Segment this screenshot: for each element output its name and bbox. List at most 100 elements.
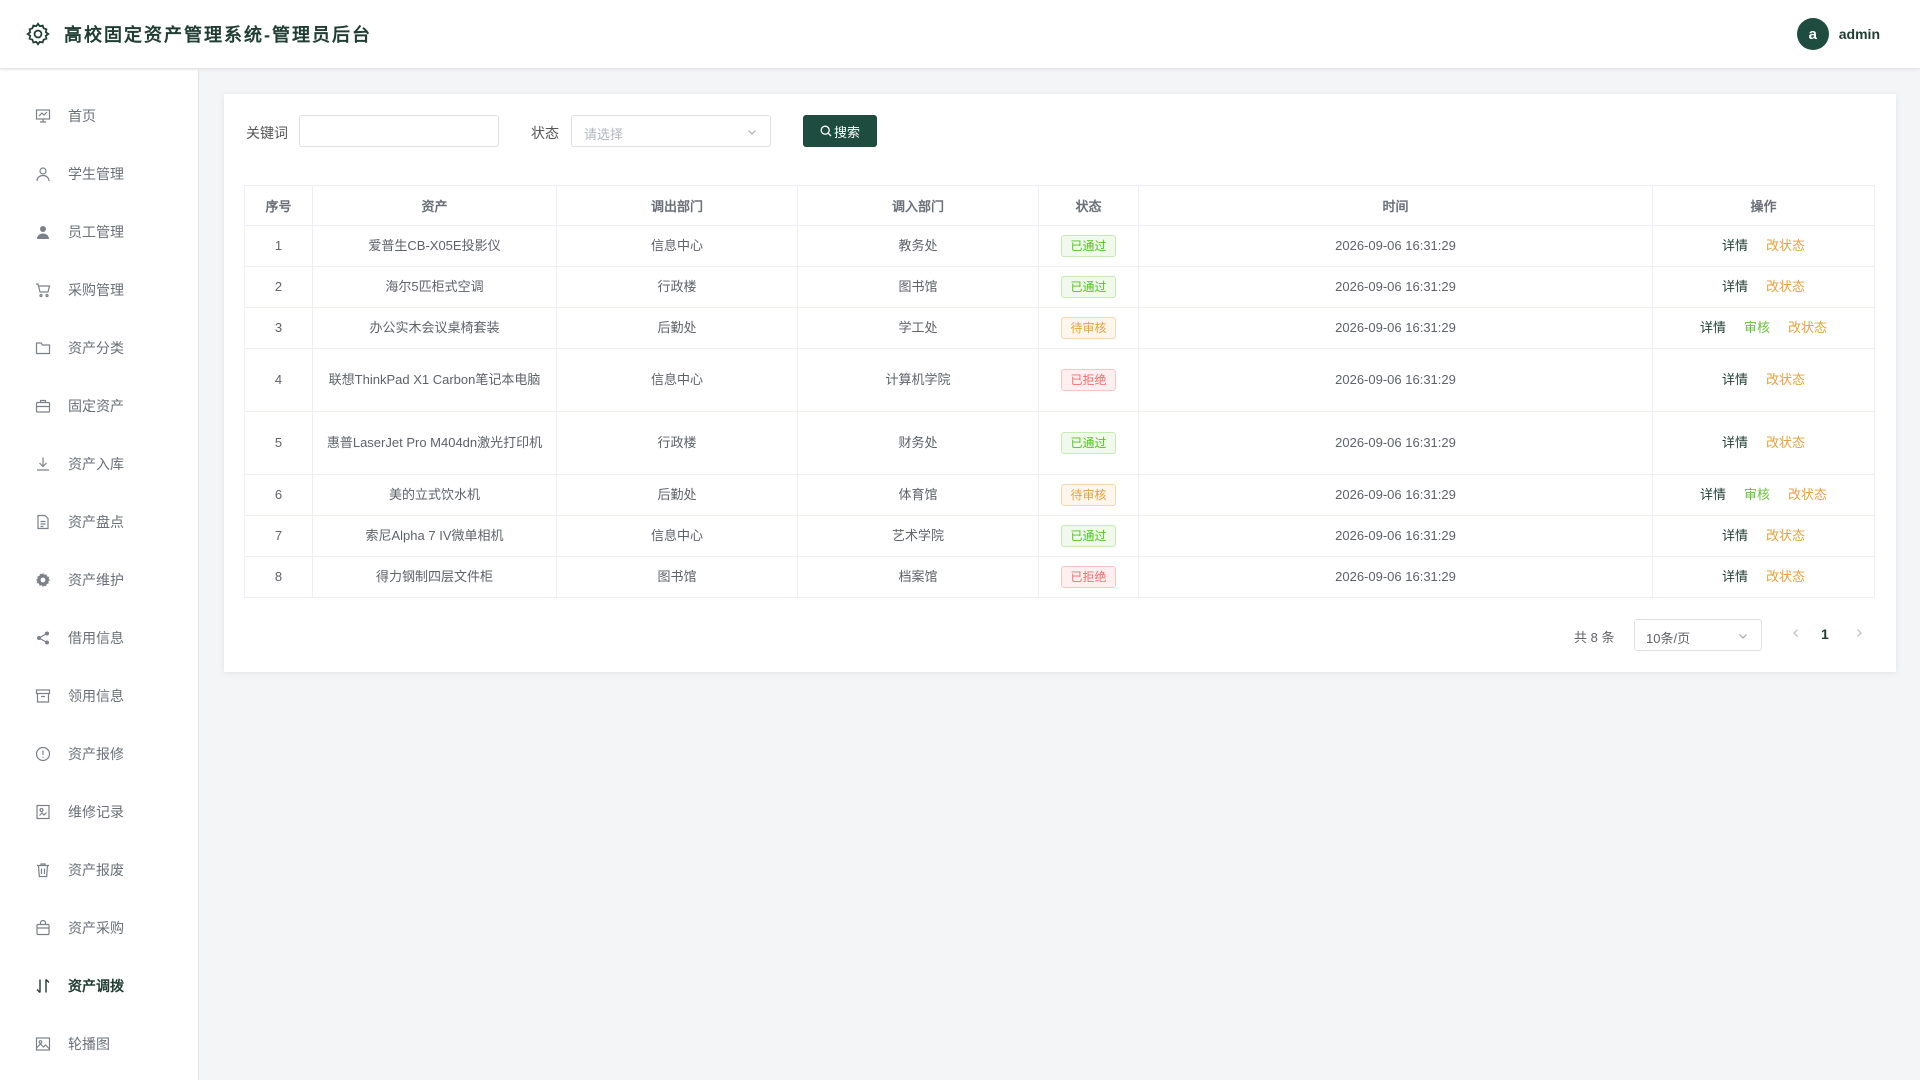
trash-icon [34, 861, 52, 879]
audit-link[interactable]: 审核 [1744, 484, 1770, 506]
change-status-link[interactable]: 改状态 [1766, 432, 1805, 454]
download-icon [34, 455, 52, 473]
cell-to-dept: 体育馆 [797, 474, 1039, 516]
status-badge: 已拒绝 [1061, 369, 1116, 391]
cell-no: 6 [244, 474, 313, 516]
cell-to-dept: 教务处 [797, 225, 1039, 267]
cell-time: 2026-09-06 16:31:29 [1138, 556, 1653, 598]
table-row: 8 得力钢制四层文件柜 图书馆 档案馆 已拒绝 2026-09-06 16:31… [244, 556, 1875, 598]
status-select[interactable]: 请选择 [571, 115, 771, 147]
sidebar-item-students[interactable]: 学生管理 [0, 149, 199, 199]
cell-asset: 索尼Alpha 7 IV微单相机 [312, 515, 557, 557]
sidebar-item-carousel[interactable]: 轮播图 [0, 1019, 199, 1069]
change-status-link[interactable]: 改状态 [1788, 484, 1827, 506]
detail-link[interactable]: 详情 [1700, 317, 1726, 339]
sidebar-item-label: 固定资产 [68, 398, 124, 414]
bag-icon [34, 919, 52, 937]
sidebar-item-staff[interactable]: 员工管理 [0, 207, 199, 257]
detail-link[interactable]: 详情 [1722, 566, 1748, 588]
change-status-link[interactable]: 改状态 [1766, 525, 1805, 547]
column-header: 序号 [244, 185, 313, 226]
column-header: 调入部门 [797, 185, 1039, 226]
sidebar-item-requisition[interactable]: 领用信息 [0, 671, 199, 721]
cell-ops: 详情 改状态 [1652, 348, 1875, 412]
sidebar-item-label: 资产分类 [68, 340, 124, 356]
change-status-link[interactable]: 改状态 [1766, 566, 1805, 588]
cell-status: 已通过 [1038, 266, 1139, 308]
column-header: 资产 [312, 185, 557, 226]
page-size-select[interactable]: 10条/页 [1634, 619, 1762, 651]
change-status-link[interactable]: 改状态 [1766, 369, 1805, 391]
cell-to-dept: 财务处 [797, 411, 1039, 475]
prev-page-icon[interactable] [1790, 626, 1802, 642]
change-status-link[interactable]: 改状态 [1766, 235, 1805, 257]
sidebar-item-home[interactable]: 首页 [0, 91, 199, 141]
keyword-input[interactable] [299, 115, 499, 147]
cell-status: 待审核 [1038, 307, 1139, 349]
gear-icon [25, 21, 51, 47]
sidebar-item-label: 资产采购 [68, 920, 124, 936]
sidebar-item-repair-records[interactable]: 维修记录 [0, 787, 199, 837]
status-badge: 已拒绝 [1061, 566, 1116, 588]
cell-to-dept: 艺术学院 [797, 515, 1039, 557]
chevron-down-icon [1737, 629, 1749, 645]
sidebar-item-scrap[interactable]: 资产报废 [0, 845, 199, 895]
cell-from-dept: 图书馆 [556, 556, 798, 598]
user-menu[interactable]: a admin [1796, 18, 1880, 50]
detail-link[interactable]: 详情 [1722, 276, 1748, 298]
sidebar-item-transfer[interactable]: 资产调拨 [0, 961, 199, 1011]
document-icon [34, 513, 52, 531]
sidebar-item-purchase[interactable]: 资产采购 [0, 903, 199, 953]
cell-status: 已通过 [1038, 515, 1139, 557]
cell-status: 待审核 [1038, 474, 1139, 516]
sidebar-item-procurement[interactable]: 采购管理 [0, 265, 199, 315]
sidebar-item-stock-in[interactable]: 资产入库 [0, 439, 199, 489]
sidebar-item-label: 领用信息 [68, 688, 124, 704]
sidebar-item-borrow[interactable]: 借用信息 [0, 613, 199, 663]
page-number-current[interactable]: 1 [1821, 626, 1829, 642]
share-icon [34, 629, 52, 647]
username[interactable]: admin [1839, 26, 1880, 42]
sidebar-item-repair[interactable]: 资产报修 [0, 729, 199, 779]
cell-to-dept: 档案馆 [797, 556, 1039, 598]
status-badge: 已通过 [1061, 432, 1116, 454]
cell-time: 2026-09-06 16:31:29 [1138, 474, 1653, 516]
cell-no: 1 [244, 225, 313, 267]
cell-from-dept: 后勤处 [556, 474, 798, 516]
change-status-link[interactable]: 改状态 [1788, 317, 1827, 339]
sidebar-item-fixed-assets[interactable]: 固定资产 [0, 381, 199, 431]
detail-link[interactable]: 详情 [1722, 432, 1748, 454]
cell-asset: 美的立式饮水机 [312, 474, 557, 516]
detail-link[interactable]: 详情 [1722, 235, 1748, 257]
avatar[interactable]: a [1796, 18, 1829, 50]
detail-link[interactable]: 详情 [1722, 369, 1748, 391]
status-badge: 已通过 [1061, 235, 1116, 257]
cell-ops: 详情 审核 改状态 [1652, 474, 1875, 516]
transfer-table: 序号 资产 调出部门 调入部门 状态 时间 操作 1 爱普生CB-X05E投影仪… [244, 185, 1875, 598]
table-row: 3 办公实木会议桌椅套装 后勤处 学工处 待审核 2026-09-06 16:3… [244, 307, 1875, 349]
sidebar-item-categories[interactable]: 资产分类 [0, 323, 199, 373]
cell-time: 2026-09-06 16:31:29 [1138, 307, 1653, 349]
cell-ops: 详情 改状态 [1652, 225, 1875, 267]
status-badge: 待审核 [1061, 484, 1116, 506]
cell-time: 2026-09-06 16:31:29 [1138, 348, 1653, 412]
audit-link[interactable]: 审核 [1744, 317, 1770, 339]
change-status-link[interactable]: 改状态 [1766, 276, 1805, 298]
detail-link[interactable]: 详情 [1722, 525, 1748, 547]
cell-no: 7 [244, 515, 313, 557]
sidebar-item-maintenance[interactable]: 资产维护 [0, 555, 199, 605]
cell-asset: 海尔5匹柜式空调 [312, 266, 557, 308]
detail-link[interactable]: 详情 [1700, 484, 1726, 506]
briefcase-icon [34, 397, 52, 415]
search-button[interactable]: 搜索 [803, 115, 877, 147]
sidebar-item-label: 资产报修 [68, 746, 124, 762]
sidebar-item-inventory[interactable]: 资产盘点 [0, 497, 199, 547]
transfer-list-card: 关键词 状态 请选择 搜索 序号 资产 调出部门 调入部门 状态 时间 操作 1 [224, 94, 1896, 672]
search-button-label: 搜索 [833, 124, 860, 140]
cell-asset: 惠普LaserJet Pro M404dn激光打印机 [312, 411, 557, 475]
cell-no: 4 [244, 348, 313, 412]
cell-time: 2026-09-06 16:31:29 [1138, 411, 1653, 475]
next-page-icon[interactable] [1853, 626, 1865, 642]
cell-ops: 详情 审核 改状态 [1652, 307, 1875, 349]
warning-icon [34, 745, 52, 763]
